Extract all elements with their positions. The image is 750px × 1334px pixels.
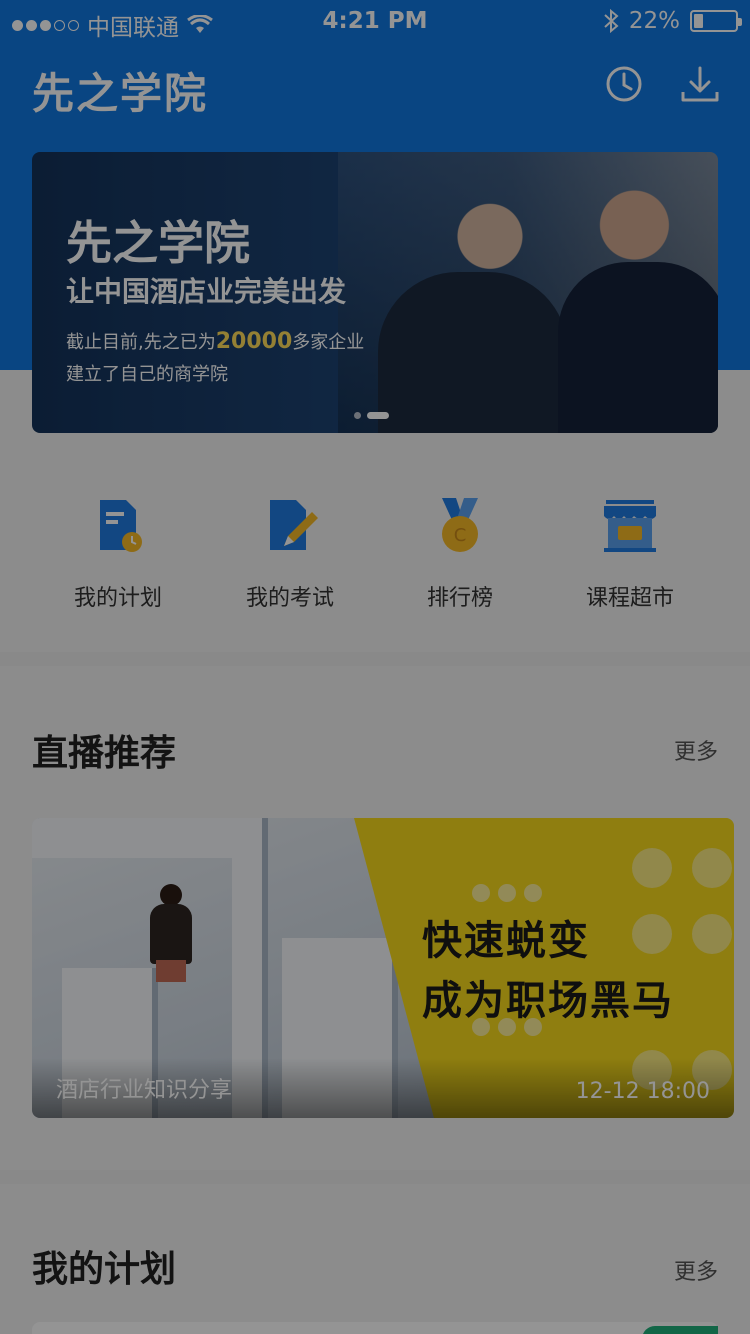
dim-overlay[interactable]	[0, 0, 750, 1334]
